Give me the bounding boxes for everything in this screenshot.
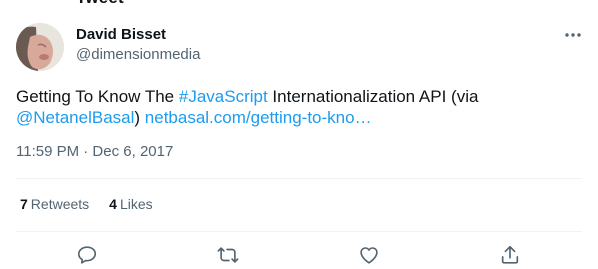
tweet-text: Getting To Know The #JavaScript Internat… <box>16 86 576 128</box>
page-title-cut: Tweet <box>76 0 124 8</box>
tweet-text-prefix: Getting To Know The <box>16 87 179 106</box>
reply-button[interactable] <box>76 244 98 266</box>
avatar[interactable] <box>16 23 64 71</box>
hashtag-link[interactable]: #JavaScript <box>179 87 268 106</box>
user-avatar-icon <box>16 23 64 71</box>
reply-icon <box>77 246 97 264</box>
likes-count: 4 <box>109 196 117 212</box>
author-display-name[interactable]: David Bisset <box>76 26 166 43</box>
tweet-text-middle: Internationalization API (via <box>267 87 479 106</box>
retweets-count: 7 <box>20 196 28 212</box>
like-icon <box>360 247 378 264</box>
divider-top <box>16 178 582 179</box>
tweet-timestamp[interactable]: 11:59 PM · Dec 6, 2017 <box>16 143 173 160</box>
share-icon <box>501 245 519 264</box>
external-link[interactable]: netbasal.com/getting-to-kno… <box>145 108 372 127</box>
tweet-stats: 7 Retweets 4 Likes <box>20 196 153 212</box>
like-button[interactable] <box>358 244 380 266</box>
action-bar <box>0 244 598 266</box>
likes-stat[interactable]: 4 Likes <box>109 196 152 212</box>
tweet-text-suffix: ) <box>134 108 145 127</box>
retweets-label: Retweets <box>30 196 90 212</box>
retweet-button[interactable] <box>217 244 239 266</box>
retweet-icon <box>217 247 239 263</box>
retweets-stat[interactable]: 7 Retweets <box>20 196 89 212</box>
more-dots-icon <box>565 33 581 37</box>
mention-link[interactable]: @NetanelBasal <box>16 108 134 127</box>
more-options-button[interactable] <box>560 24 586 46</box>
divider-bottom <box>16 231 582 232</box>
author-handle[interactable]: @dimensionmedia <box>76 46 200 63</box>
share-button[interactable] <box>499 244 521 266</box>
likes-label: Likes <box>119 196 153 212</box>
